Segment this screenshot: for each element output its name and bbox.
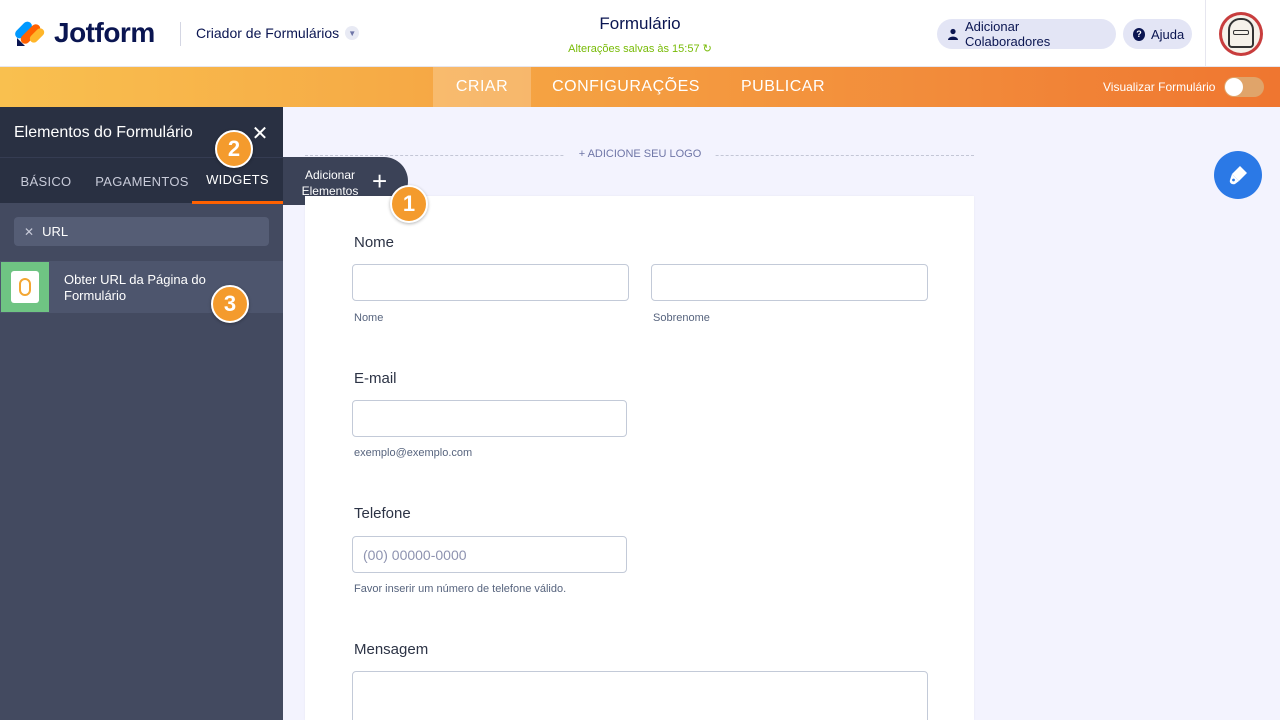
add-logo-link[interactable]: + ADICIONE SEU LOGO <box>565 148 715 160</box>
jotform-logo[interactable]: Jotform <box>13 17 155 49</box>
last-name-input[interactable] <box>651 264 928 301</box>
tab-pagamentos[interactable]: PAGAMENTOS <box>92 158 192 204</box>
help-circle-icon: ? <box>1133 27 1145 41</box>
preview-form-label: Visualizar Formulário <box>1103 80 1216 94</box>
brand-name: Jotform <box>54 17 155 48</box>
top-header: Jotform Criador de Formulários ▼ Formulá… <box>0 0 1280 67</box>
jotform-logo-icon <box>13 18 46 48</box>
help-button[interactable]: ? Ajuda <box>1123 19 1192 49</box>
paint-brush-icon <box>1229 166 1247 185</box>
form-elements-panel: Elementos do Formulário ✕ BÁSICO PAGAMEN… <box>0 107 283 720</box>
preview-form-toggle[interactable] <box>1224 77 1264 97</box>
phone-input[interactable]: (00) 00000-0000 <box>352 536 627 573</box>
builder-nav: CRIAR CONFIGURAÇÕES PUBLICAR Visualizar … <box>0 67 1280 107</box>
phone-sublabel: Favor inserir um número de telefone váli… <box>354 583 567 595</box>
step-badge-1: 1 <box>390 185 428 223</box>
saved-status-text: Alterações salvas às 15:57 ↻ <box>568 43 712 55</box>
form-designer-button[interactable] <box>1214 151 1262 199</box>
step-badge-3: 3 <box>211 285 249 323</box>
tab-publicar[interactable]: PUBLICAR <box>730 67 836 107</box>
email-sublabel: exemplo@exemplo.com <box>354 447 473 459</box>
clear-x-icon[interactable]: ✕ <box>24 225 34 239</box>
add-collaborators-button[interactable]: Adicionar Colaboradores <box>937 19 1116 49</box>
help-label: Ajuda <box>1151 26 1185 42</box>
plus-icon: + <box>372 166 388 196</box>
header-separator <box>1205 0 1206 67</box>
search-value: URL <box>42 224 69 239</box>
widget-result-name: Obter URL da Página do Formulário <box>64 272 206 303</box>
tab-basico[interactable]: BÁSICO <box>0 158 92 204</box>
email-input[interactable] <box>352 400 627 437</box>
step-badge-2: 2 <box>215 130 253 168</box>
toggle-knob <box>1225 78 1243 96</box>
panel-title: Elementos do Formulário <box>14 124 193 141</box>
last-name-sublabel: Sobrenome <box>653 312 710 324</box>
first-name-sublabel: Nome <box>354 312 384 324</box>
tab-criar[interactable]: CRIAR <box>433 67 531 107</box>
add-collaborators-label: Adicionar Colaboradores <box>965 19 1051 49</box>
tab-configuracoes[interactable]: CONFIGURAÇÕES <box>540 67 712 107</box>
user-icon <box>947 28 959 40</box>
widget-search-input[interactable]: ✕ URL <box>14 217 269 246</box>
phone-placeholder: (00) 00000-0000 <box>363 546 467 563</box>
avatar-image <box>1222 15 1260 53</box>
user-avatar[interactable] <box>1219 12 1263 56</box>
form-builder-dropdown[interactable]: Criador de Formulários ▼ <box>196 25 360 41</box>
add-elements-label: Adicionar Elementos <box>301 168 359 198</box>
first-name-input[interactable] <box>352 264 629 301</box>
chevron-down-icon: ▼ <box>345 26 360 40</box>
email-field-label: E-mail <box>354 370 397 387</box>
form-card: Nome Nome Sobrenome E-mail exemplo@exemp… <box>305 196 974 720</box>
header-divider <box>180 22 181 46</box>
name-field-label: Nome <box>354 234 395 251</box>
builder-label: Criador de Formulários <box>196 25 340 41</box>
widget-thumbnail <box>1 262 49 312</box>
form-title-text[interactable]: Formulário <box>599 14 680 33</box>
message-field-label: Mensagem <box>354 641 429 658</box>
message-textarea[interactable] <box>352 671 928 720</box>
close-icon[interactable]: ✕ <box>251 121 269 146</box>
phone-field-label: Telefone <box>354 505 411 522</box>
